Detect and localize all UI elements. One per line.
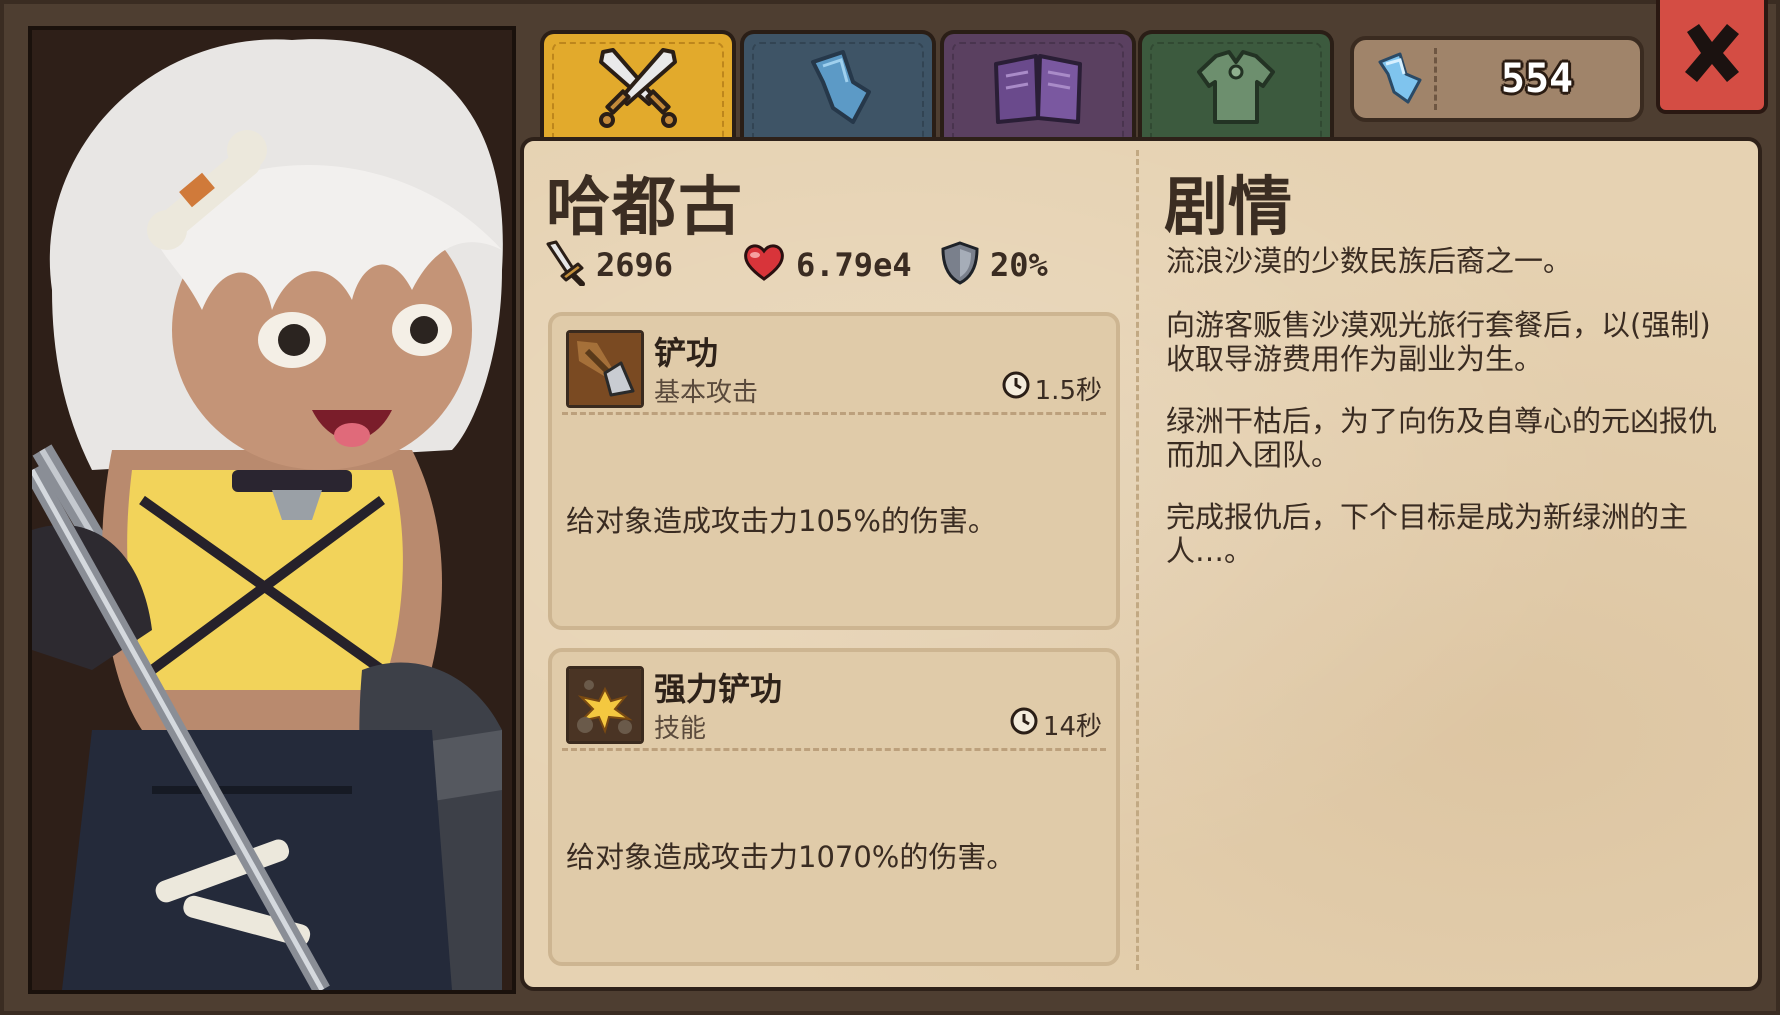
heart-icon [742, 243, 786, 287]
story-paragraph: 完成报仇后，下个目标是成为新绿洲的主人…。 [1166, 500, 1689, 568]
crystal-icon [793, 42, 883, 136]
story-paragraph: 流浪沙漠的少数民族后裔之一。 [1166, 244, 1573, 278]
sword-icon [544, 240, 586, 290]
hp-value: 6.79e4 [796, 246, 912, 284]
skill-name: 铲功 [654, 334, 719, 372]
skill-cooldown: 1.5秒 [1001, 370, 1102, 407]
skill-description: 给对象造成攻击力105%的伤害。 [566, 504, 997, 538]
tab-crystal[interactable] [740, 30, 936, 144]
attack-stat: 2696 [544, 240, 673, 290]
defense-value: 20% [990, 246, 1048, 284]
hp-stat: 6.79e4 [742, 240, 912, 290]
skill-cooldown-value: 1.5秒 [1034, 376, 1102, 406]
currency-separator [1434, 48, 1437, 110]
clock-icon [1009, 706, 1043, 743]
currency-display: 554 [1350, 36, 1644, 122]
attack-value: 2696 [596, 246, 674, 284]
story-title: 剧情 [1164, 171, 1292, 245]
shovel-icon [566, 330, 644, 408]
panel-divider [1136, 150, 1139, 970]
skill-card-basic: 铲功 基本攻击 1.5秒 给对象造成攻击力105%的伤害。 [548, 312, 1120, 630]
clock-icon [1001, 370, 1035, 407]
tab-weapon[interactable] [540, 30, 736, 144]
character-portrait [28, 26, 516, 994]
skill-divider [562, 748, 1106, 751]
character-name: 哈都古 [546, 171, 744, 245]
tab-armor[interactable] [1138, 30, 1334, 144]
currency-value: 554 [1500, 56, 1574, 102]
skill-card-special: 强力铲功 技能 14秒 给对象造成攻击力1070%的伤害。 [548, 648, 1120, 966]
skill-name: 强力铲功 [654, 670, 783, 708]
crossed-swords-icon [593, 42, 683, 136]
story-paragraph: 绿洲干枯后，为了向伤及自尊心的元凶报仇而加入团队。 [1166, 404, 1718, 472]
close-button[interactable] [1656, 0, 1768, 114]
book-icon [988, 42, 1088, 136]
crystal-icon [1372, 50, 1426, 110]
armor-icon [1191, 42, 1281, 136]
defense-stat: 20% [940, 240, 1048, 290]
skill-divider [562, 412, 1106, 415]
skill-description: 给对象造成攻击力1070%的伤害。 [566, 840, 1016, 874]
skill-cooldown-value: 14秒 [1042, 712, 1102, 742]
explosion-icon [566, 666, 644, 744]
close-x-icon [1677, 18, 1747, 92]
story-paragraph: 向游客贩售沙漠观光旅行套餐后，以(强制)收取导游费用作为副业为生。 [1166, 308, 1711, 376]
skill-type: 基本攻击 [654, 378, 759, 408]
skill-cooldown: 14秒 [1009, 706, 1102, 743]
tab-book[interactable] [940, 30, 1136, 144]
skill-type: 技能 [654, 714, 707, 744]
shield-icon [940, 241, 980, 289]
